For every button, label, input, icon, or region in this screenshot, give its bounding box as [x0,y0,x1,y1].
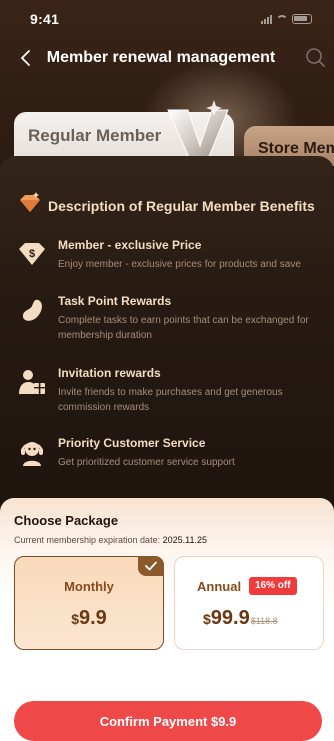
benefits-title: Description of Regular Member Benefits [48,197,315,214]
hero-background: 9:41 Member renewal management Store Mem… [0,0,334,520]
status-bar: 9:41 [0,0,334,38]
tab-store-label: Store Member [258,140,334,157]
status-time: 9:41 [30,11,60,27]
plan-price: $99.9$118.8 [203,607,278,630]
plan-price: $9.9 [15,607,163,630]
benefit-desc: Get prioritized customer service support [58,457,235,468]
wifi-icon [276,14,288,24]
package-title: Choose Package [14,513,119,528]
bean-icon [16,294,48,326]
benefit-desc: Enjoy member - exclusive prices for prod… [58,259,301,270]
benefit-item-price: $ Member - exclusive Price Enjoy member … [16,238,326,272]
benefit-desc: Complete tasks to earn points that can b… [58,315,309,341]
plan-amount: 9.9 [78,607,107,629]
search-icon[interactable] [304,46,326,68]
plan-name: Annual [197,579,242,594]
plan-option-annual[interactable]: Annual 16% off $99.9$118.8 [174,556,324,650]
expiry-info: Current membership expiration date: 2025… [14,535,207,545]
benefit-item-support: Priority Customer Service Get prioritize… [16,436,326,470]
plan-amount: 99.9 [210,607,250,629]
benefit-item-invitation: Invitation rewards Invite friends to mak… [16,366,326,415]
plan-currency: $ [203,611,211,627]
signal-icon [261,14,272,24]
invite-gift-icon [16,366,48,398]
confirm-payment-button[interactable]: Confirm Payment $9.9 [14,701,322,741]
tab-regular-label: Regular Member [28,126,162,145]
benefit-title: Task Point Rewards [58,294,172,308]
status-icons [261,14,312,24]
plan-name: Monthly [64,579,114,594]
battery-icon [292,14,312,24]
diamond-icon [16,192,42,219]
expiry-label: Current membership expiration date: [14,535,161,545]
check-icon [138,556,164,576]
expiry-date: 2025.11.25 [162,535,207,545]
page-title: Member renewal management [46,49,276,66]
benefits-card: Description of Regular Member Benefits $… [0,156,334,516]
plan-option-monthly[interactable]: Monthly $9.9 [14,556,164,650]
benefit-title: Invitation rewards [58,366,161,380]
benefit-title: Priority Customer Service [58,436,206,450]
original-price: $118.8 [250,616,278,626]
nav-bar: Member renewal management [0,38,334,78]
svg-text:$: $ [29,248,35,260]
benefits-header: Description of Regular Member Benefits [16,192,315,219]
plan-currency: $ [71,611,79,627]
benefit-title: Member - exclusive Price [58,238,202,252]
headset-icon [16,436,48,468]
benefit-item-points: Task Point Rewards Complete tasks to ear… [16,294,326,343]
benefit-desc: Invite friends to make purchases and get… [58,387,283,413]
discount-badge: 16% off [249,577,297,595]
price-tag-icon: $ [16,238,48,270]
